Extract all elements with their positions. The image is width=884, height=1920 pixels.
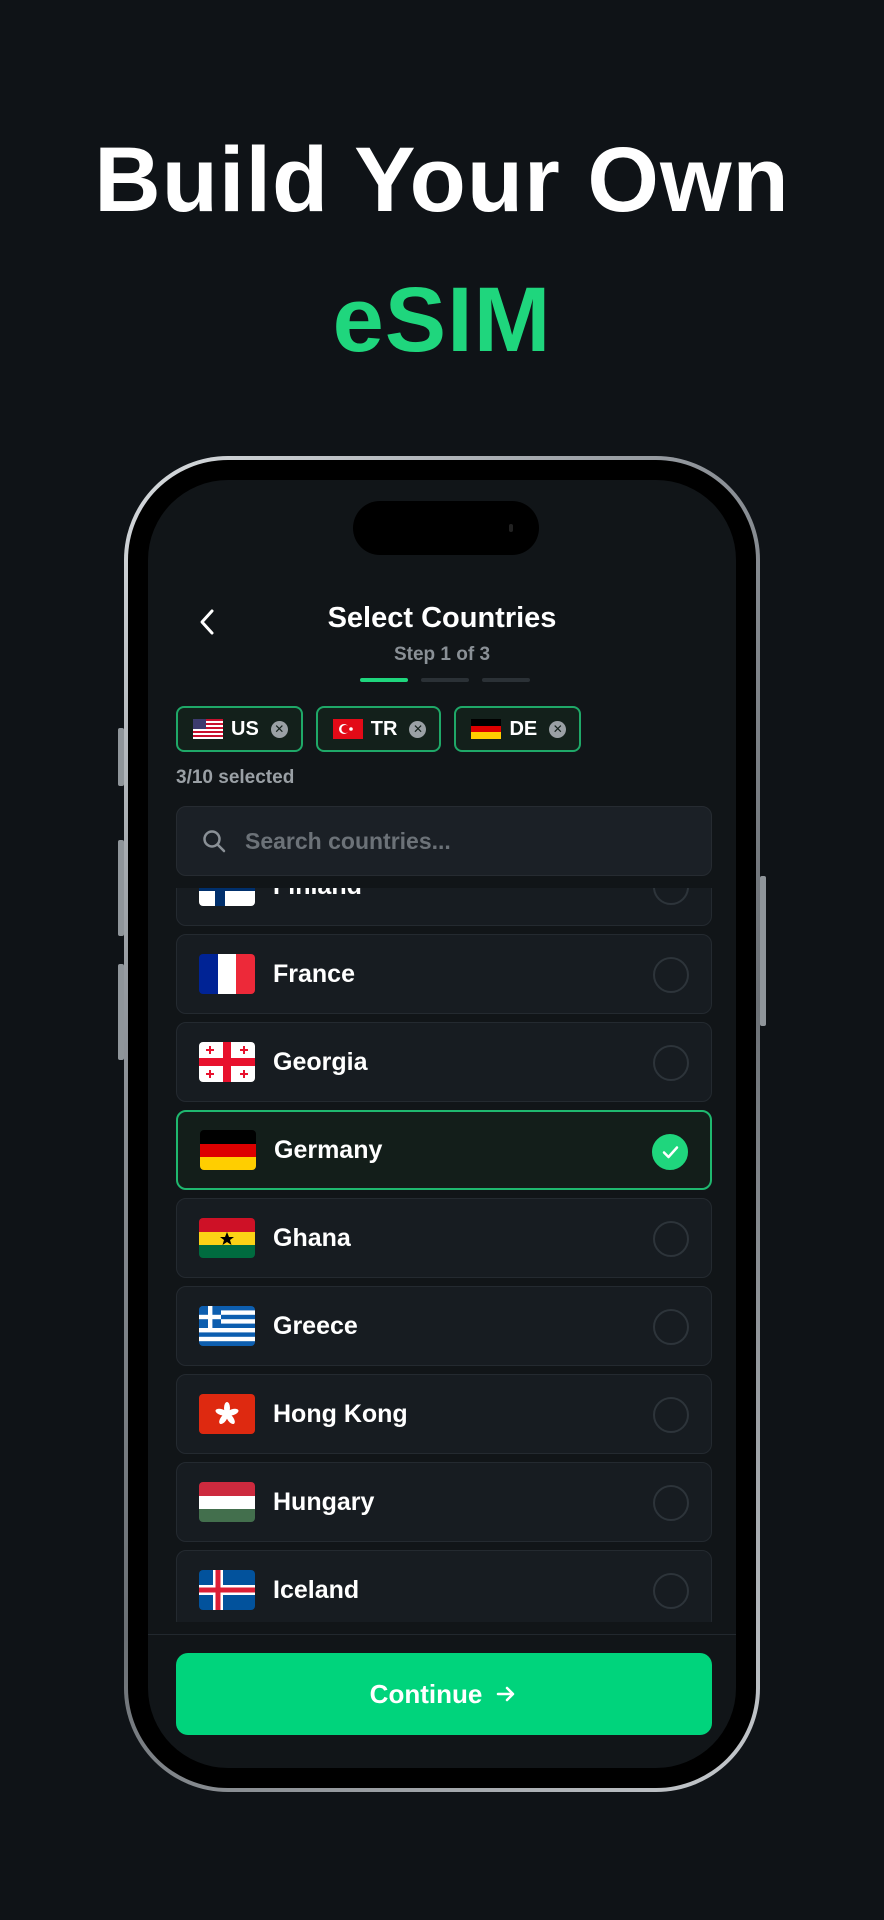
radio-unchecked-icon[interactable] [653, 1309, 689, 1345]
phone-volume-up-button [118, 840, 124, 936]
headline-line2: eSIM [332, 269, 552, 371]
step-indicator: Step 1 of 3 [393, 644, 491, 665]
phone-volume-down-button [118, 964, 124, 1060]
chip-label: DE [509, 717, 538, 740]
phone-power-button [760, 876, 766, 1026]
remove-chip-icon[interactable]: ✕ [549, 720, 567, 738]
arrow-right-icon [497, 1686, 515, 1702]
country-row-hong-kong[interactable]: Hong Kong [176, 1374, 712, 1454]
chip-label: US [231, 717, 259, 740]
country-name: Ghana [273, 1223, 351, 1252]
ge-flag-icon [199, 1042, 255, 1082]
country-name: Finland [273, 888, 362, 901]
remove-chip-icon[interactable]: ✕ [270, 720, 288, 738]
radio-unchecked-icon[interactable] [653, 1221, 689, 1257]
radio-unchecked-icon[interactable] [653, 957, 689, 993]
country-list[interactable]: Finland France [176, 888, 712, 1622]
selected-chips: US ✕ TR ✕ DE ✕ [176, 706, 582, 752]
country-row-finland[interactable]: Finland [176, 888, 712, 926]
chip-label: TR [370, 717, 398, 740]
hu-flag-icon [199, 1482, 255, 1522]
radio-unchecked-icon[interactable] [653, 1573, 689, 1609]
country-name: Hong Kong [273, 1399, 408, 1428]
phone-frame: Select Countries Step 1 of 3 US ✕ TR ✕ D… [118, 456, 766, 1792]
chip-us[interactable]: US ✕ [176, 706, 303, 752]
chip-tr[interactable]: TR ✕ [315, 706, 442, 752]
de-flag-icon [471, 719, 502, 739]
bottom-divider [148, 1634, 736, 1635]
gr-flag-icon [199, 1306, 255, 1346]
tr-flag-icon [332, 719, 363, 739]
phone-screen: Select Countries Step 1 of 3 US ✕ TR ✕ D… [148, 480, 736, 1768]
camera-dot [509, 524, 513, 532]
progress-segment-3 [482, 678, 530, 682]
country-name: France [273, 959, 355, 988]
radio-unchecked-icon[interactable] [653, 888, 689, 905]
country-name: Iceland [273, 1575, 360, 1604]
country-row-hungary[interactable]: Hungary [176, 1462, 712, 1542]
selected-count: 3/10 selected [176, 767, 295, 788]
country-row-georgia[interactable]: Georgia [176, 1022, 712, 1102]
progress-segment-2 [421, 678, 469, 682]
page-title: Select Countries [327, 602, 557, 634]
country-name: Germany [274, 1135, 383, 1164]
search-bar[interactable] [176, 806, 712, 876]
step-progress-bar [360, 678, 530, 682]
continue-label: Continue [369, 1678, 483, 1709]
country-name: Hungary [273, 1487, 375, 1516]
dynamic-island [353, 501, 539, 555]
continue-button[interactable]: Continue [176, 1653, 712, 1735]
fr-flag-icon [199, 954, 255, 994]
progress-segment-1 [360, 678, 408, 682]
search-input[interactable] [245, 827, 665, 855]
search-icon [203, 830, 226, 853]
radio-checked-icon[interactable] [652, 1134, 688, 1170]
country-row-iceland[interactable]: Iceland [176, 1550, 712, 1622]
us-flag-icon [193, 719, 223, 739]
country-row-ghana[interactable]: Ghana [176, 1198, 712, 1278]
is-flag-icon [199, 1570, 255, 1610]
hk-flag-icon [199, 1394, 255, 1434]
remove-chip-icon[interactable]: ✕ [409, 720, 427, 738]
country-row-france[interactable]: France [176, 934, 712, 1014]
fi-flag-icon [199, 888, 255, 906]
country-row-germany[interactable]: Germany [176, 1110, 712, 1190]
phone-bezel: Select Countries Step 1 of 3 US ✕ TR ✕ D… [128, 460, 756, 1788]
chip-de[interactable]: DE ✕ [454, 706, 582, 752]
country-row-greece[interactable]: Greece [176, 1286, 712, 1366]
radio-unchecked-icon[interactable] [653, 1045, 689, 1081]
radio-unchecked-icon[interactable] [653, 1397, 689, 1433]
gh-flag-icon [199, 1218, 255, 1258]
country-name: Georgia [273, 1047, 368, 1076]
checkmark-icon [662, 1146, 679, 1159]
phone-action-button [118, 728, 124, 786]
country-name: Greece [273, 1311, 358, 1340]
radio-unchecked-icon[interactable] [653, 1485, 689, 1521]
headline-line1: Build Your Own [94, 129, 790, 231]
de-flag-icon [200, 1130, 256, 1170]
